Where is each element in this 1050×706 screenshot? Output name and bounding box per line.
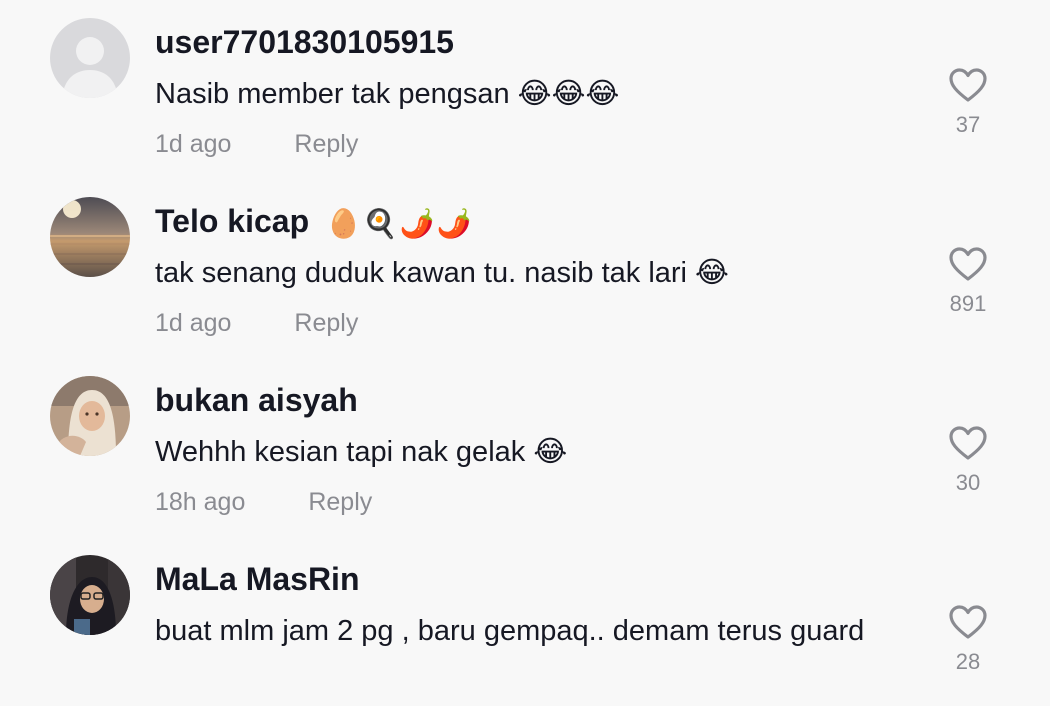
heart-outline-icon[interactable] — [948, 245, 988, 285]
reply-button[interactable]: Reply — [294, 128, 358, 160]
comment-username[interactable]: MaLa MasRin — [155, 561, 359, 597]
avatar[interactable] — [50, 376, 130, 456]
like-control: 891 — [940, 245, 996, 317]
avatar[interactable] — [50, 18, 130, 98]
comment-meta: 1d ago Reply — [155, 128, 358, 160]
comment-username[interactable]: Telo kicap 🥚🍳🌶️🌶️ — [155, 203, 473, 242]
username-text: MaLa MasRin — [155, 561, 360, 597]
like-count: 891 — [949, 291, 987, 316]
username-text: Telo kicap — [155, 203, 310, 239]
like-count: 28 — [955, 649, 981, 674]
like-count: 30 — [955, 470, 981, 495]
default-user-avatar-icon — [50, 18, 130, 98]
comment-text: tak senang duduk kawan tu. nasib tak lar… — [155, 257, 729, 289]
username-text: user7701830105915 — [155, 24, 454, 60]
sunset-sea-photo-icon — [50, 197, 130, 277]
username-text: bukan aisyah — [155, 382, 358, 418]
avatar[interactable] — [50, 197, 130, 277]
comment-username[interactable]: bukan aisyah — [155, 382, 358, 418]
heart-outline-icon[interactable] — [948, 66, 988, 106]
comment-meta: 18h ago Reply — [155, 486, 372, 518]
reply-button[interactable]: Reply — [308, 486, 372, 518]
comment-username[interactable]: user7701830105915 — [155, 24, 454, 60]
comment-text: Nasib member tak pengsan 😂😂😂 — [155, 78, 620, 110]
comment-timestamp: 1d ago — [155, 130, 232, 158]
heart-outline-icon[interactable] — [948, 603, 988, 643]
like-control: 30 — [940, 424, 996, 496]
comment-text: buat mlm jam 2 pg , baru gempaq.. demam … — [155, 615, 865, 647]
avatar[interactable] — [50, 555, 130, 635]
like-control: 37 — [940, 66, 996, 138]
person-car-selfie-photo-icon — [50, 555, 130, 635]
heart-outline-icon[interactable] — [948, 424, 988, 464]
reply-button[interactable]: Reply — [294, 307, 358, 339]
comment-timestamp: 18h ago — [155, 488, 246, 516]
comment-list: user7701830105915 Nasib member tak pengs… — [0, 0, 1050, 706]
comment-timestamp: 1d ago — [155, 309, 232, 337]
person-hijab-photo-icon — [50, 376, 130, 456]
like-control: 28 — [940, 603, 996, 675]
like-count: 37 — [955, 112, 981, 137]
username-emoji: 🥚🍳🌶️🌶️ — [326, 207, 474, 239]
comment-text: Wehhh kesian tapi nak gelak 😂 — [155, 436, 568, 468]
comment-meta: 1d ago Reply — [155, 307, 358, 339]
